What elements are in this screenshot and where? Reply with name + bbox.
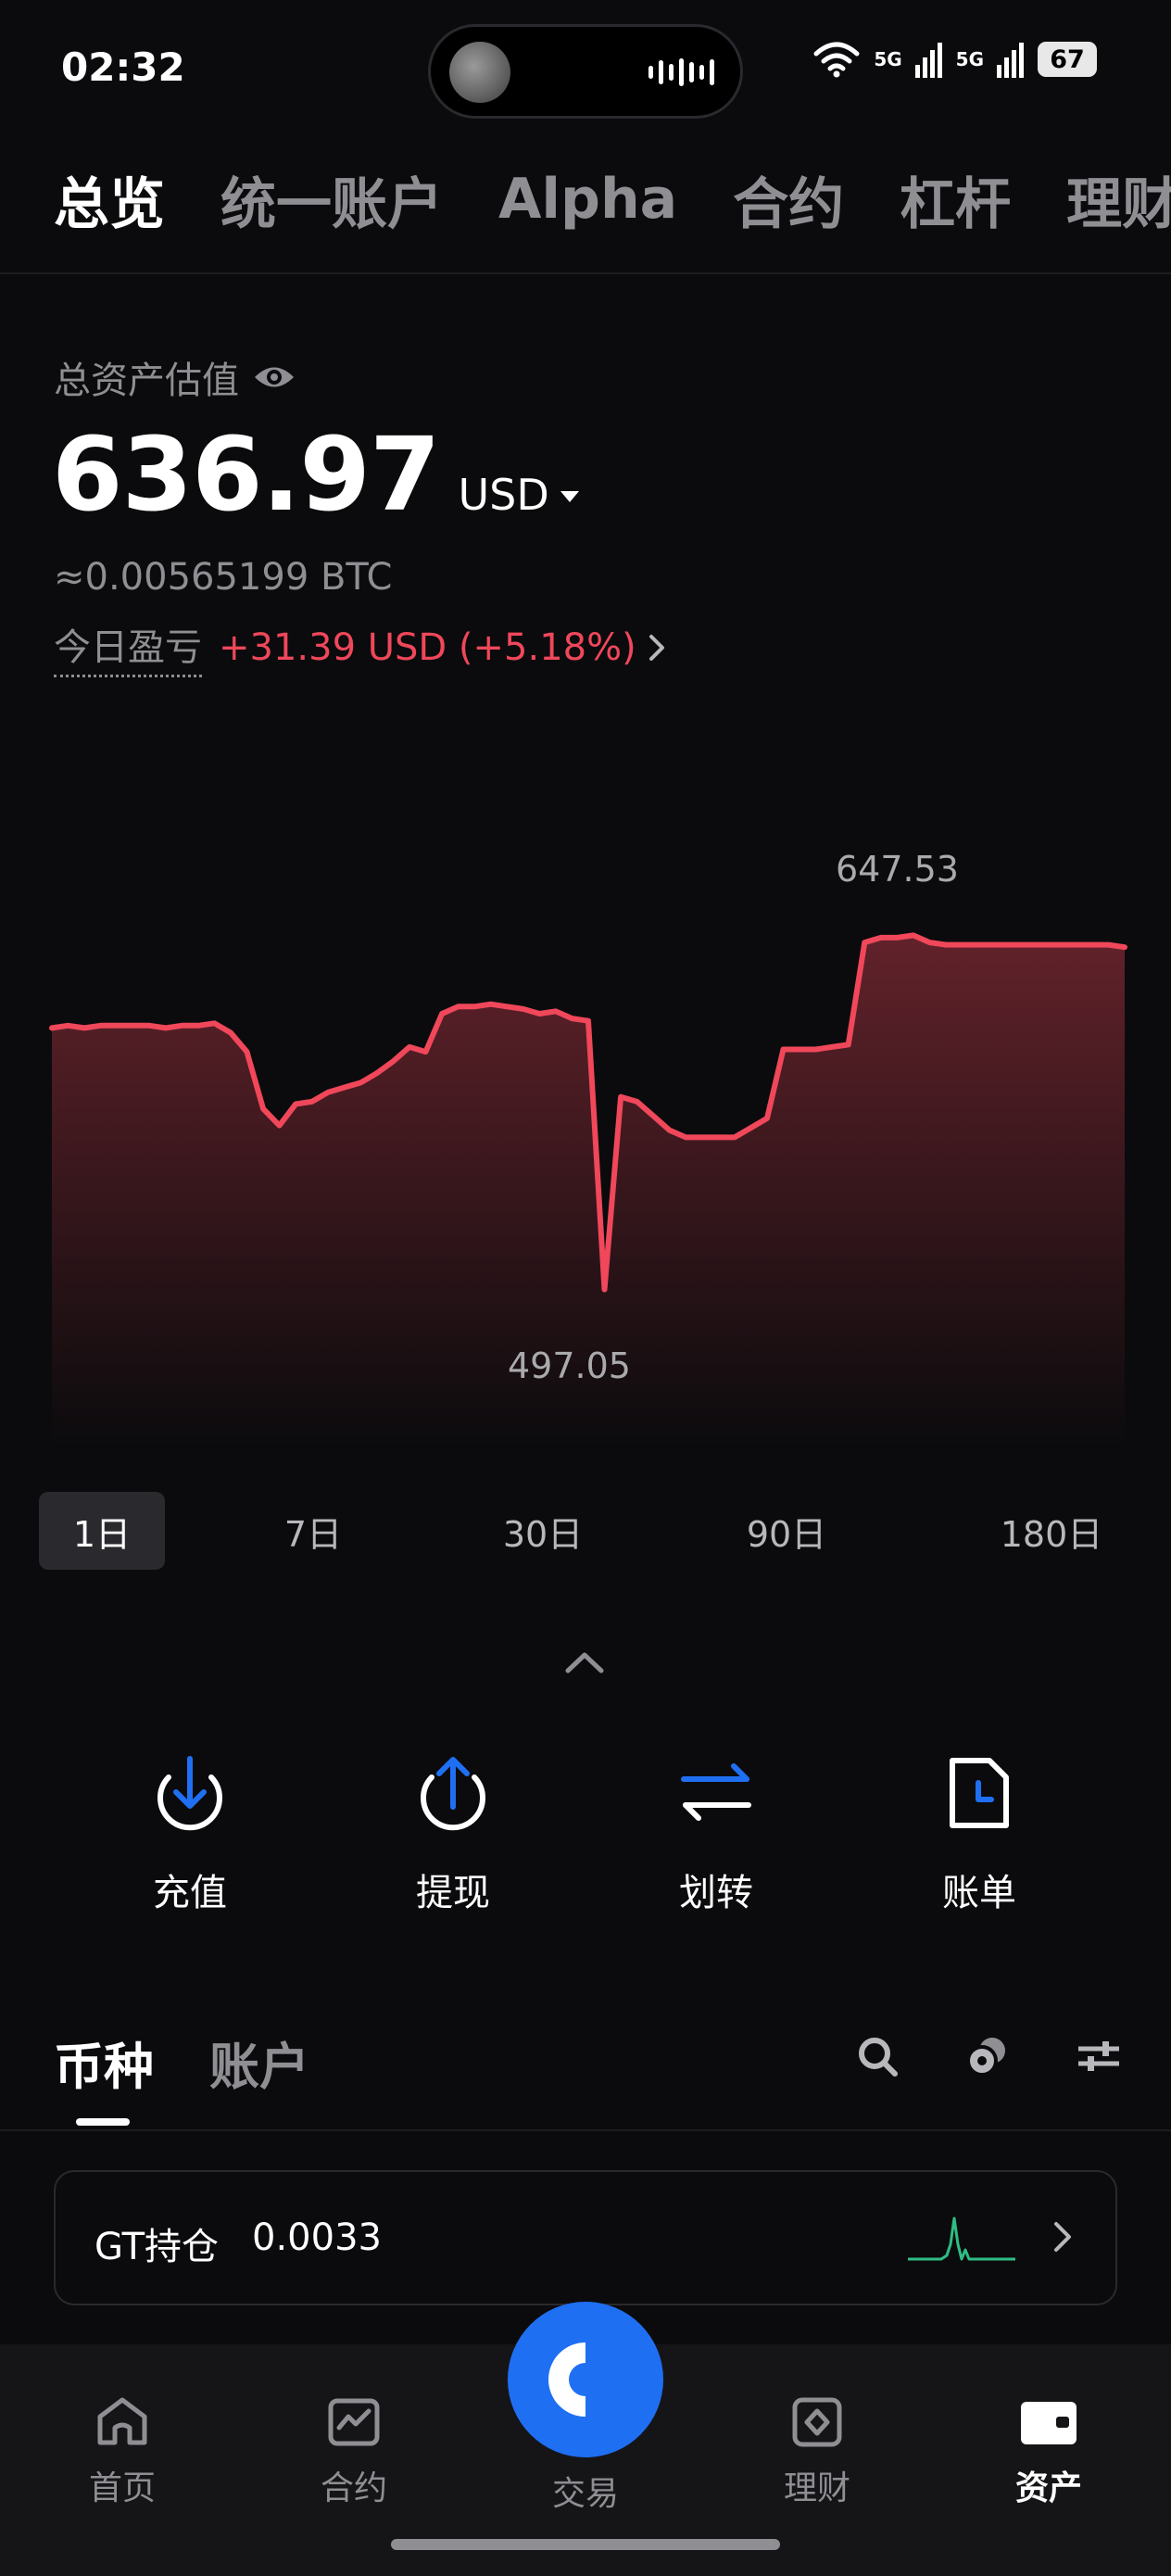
now-playing-artwork — [449, 42, 510, 103]
nav-home[interactable]: 首页 — [48, 2396, 196, 2509]
coins-icon[interactable] — [965, 2035, 1010, 2077]
filter-icon[interactable] — [1077, 2038, 1121, 2075]
btc-equivalent: ≈0.00565199 BTC — [54, 556, 393, 599]
today-pnl-value: +31.39 USD (+5.18%) — [219, 625, 636, 669]
gt-sparkline — [908, 2216, 1015, 2261]
chevron-right-icon — [648, 634, 664, 661]
search-icon[interactable] — [856, 2035, 899, 2077]
status-indicators: 5G 5G 67 — [812, 41, 1097, 78]
transfer-button[interactable]: 划转 — [623, 1751, 809, 1916]
chevron-up-icon[interactable] — [563, 1649, 606, 1675]
chart-min-label: 497.05 — [508, 1345, 631, 1386]
range-tab-30d[interactable]: 30日 — [487, 1492, 598, 1570]
dynamic-island[interactable] — [428, 24, 743, 119]
total-asset-label: 总资产估值 — [54, 360, 239, 402]
earn-icon — [792, 2397, 842, 2447]
top-tabs: 总览 统一账户 Alpha 合约 杠杆 理财 — [54, 158, 1171, 241]
nav-assets[interactable]: 资产 — [975, 2396, 1123, 2509]
range-tab-7d[interactable]: 7日 — [258, 1492, 369, 1570]
range-tab-90d[interactable]: 90日 — [726, 1492, 847, 1570]
tab-unified-account[interactable]: 统一账户 — [220, 159, 443, 240]
nav-earn-label: 理财 — [783, 2469, 850, 2507]
nav-futures[interactable]: 合约 — [280, 2396, 428, 2509]
chart-max-label: 647.53 — [836, 849, 959, 890]
today-pnl-label: 今日盈亏 — [54, 617, 202, 677]
gt-holding-label: GT持仓 — [94, 2226, 220, 2268]
withdraw-button[interactable]: 提现 — [360, 1751, 546, 1916]
range-tabs: 1日 7日 30日 90日 180日 — [39, 1492, 1132, 1570]
home-icon — [97, 2397, 147, 2445]
transfer-icon — [681, 1763, 751, 1821]
futures-icon — [328, 2398, 380, 2446]
tab-overview[interactable]: 总览 — [54, 159, 165, 240]
tab-futures[interactable]: 合约 — [733, 159, 844, 240]
currency-label: USD — [458, 470, 549, 520]
wifi-icon — [813, 42, 860, 78]
gt-holding-card[interactable]: GT持仓 0.0033 — [54, 2170, 1117, 2305]
chevron-right-icon — [1054, 2222, 1071, 2252]
caret-down-icon — [560, 491, 579, 502]
trade-logo-icon — [548, 2342, 623, 2417]
nav-earn[interactable]: 理财 — [743, 2396, 891, 2509]
battery-indicator: 67 — [1038, 42, 1097, 77]
signal-icon — [997, 43, 1024, 78]
range-tab-1d[interactable]: 1日 — [39, 1492, 165, 1570]
signal-icon — [914, 43, 942, 78]
tab-coins[interactable]: 币种 — [54, 2026, 154, 2099]
audio-wave-icon — [648, 58, 714, 86]
trade-button[interactable] — [508, 2302, 663, 2457]
tab-accounts[interactable]: 账户 — [209, 2026, 309, 2099]
nav-assets-label: 资产 — [1014, 2469, 1082, 2507]
status-time: 02:32 — [61, 44, 185, 90]
nav-home-label: 首页 — [88, 2469, 156, 2507]
tab-indicator — [76, 2118, 130, 2126]
withdraw-icon — [421, 1757, 485, 1831]
total-asset-row: 636.97 USD — [52, 415, 579, 534]
total-asset-value: 636.97 — [52, 415, 440, 534]
nav-futures-label: 合约 — [320, 2469, 387, 2507]
tab-margin[interactable]: 杠杆 — [900, 159, 1011, 240]
status-bar: 02:32 5G 5G 67 — [0, 0, 1171, 139]
wallet-icon — [1021, 2402, 1077, 2444]
bill-icon — [950, 1758, 1009, 1828]
network-label-2: 5G — [955, 48, 984, 70]
asset-tools — [856, 2035, 1121, 2077]
home-indicator — [391, 2539, 780, 2550]
divider — [0, 272, 1171, 274]
today-pnl-row[interactable]: 今日盈亏 +31.39 USD (+5.18%) — [54, 617, 666, 677]
asset-chart[interactable]: 647.53 497.05 — [46, 834, 1130, 1464]
eye-icon[interactable] — [252, 361, 296, 393]
total-asset-label-row: 总资产估值 — [54, 350, 296, 404]
withdraw-label: 提现 — [416, 1872, 490, 1914]
gt-holding-value: 0.0033 — [252, 2216, 382, 2259]
bill-button[interactable]: 账单 — [887, 1751, 1072, 1916]
deposit-icon — [157, 1756, 222, 1831]
asset-tabs: 币种 账户 — [54, 2026, 365, 2099]
nav-trade-label: 交易 — [551, 2475, 619, 2513]
deposit-label: 充值 — [153, 1872, 227, 1914]
divider — [0, 2129, 1171, 2131]
network-label-1: 5G — [874, 48, 902, 70]
currency-selector[interactable]: USD — [458, 470, 579, 520]
bill-label: 账单 — [942, 1872, 1016, 1914]
transfer-label: 划转 — [679, 1872, 753, 1914]
tab-earn[interactable]: 理财 — [1066, 159, 1171, 240]
range-tab-180d[interactable]: 180日 — [982, 1492, 1121, 1570]
tab-alpha[interactable]: Alpha — [498, 167, 677, 232]
deposit-button[interactable]: 充值 — [97, 1751, 283, 1916]
